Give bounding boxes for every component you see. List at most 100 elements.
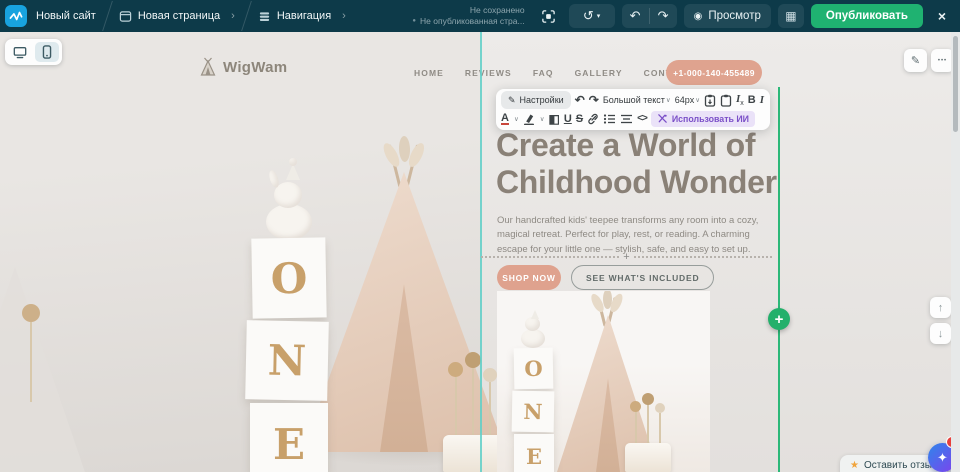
column-guide-right[interactable] (778, 87, 780, 472)
phone-number: +1-000-140-455489 (673, 68, 755, 78)
block-letter: E (526, 444, 542, 469)
clear-format-button[interactable]: Ix (736, 93, 744, 107)
mobile-view-button[interactable] (35, 42, 59, 62)
decor-stick (30, 322, 32, 402)
history-button[interactable]: ↺ ▾ (569, 4, 615, 28)
desktop-view-button[interactable] (8, 42, 32, 62)
breadcrumb-section[interactable]: Навигация › (258, 10, 346, 23)
close-icon: × (938, 8, 946, 24)
text-color-button[interactable]: A (501, 113, 509, 125)
caret-down-icon[interactable]: ∨ (540, 115, 545, 123)
code-button[interactable]: <> (637, 113, 647, 124)
clear-format-x: x (740, 100, 744, 107)
hero-heading[interactable]: Create a World of Childhood Wonder (496, 127, 777, 201)
apps-button[interactable]: ▦ (778, 4, 804, 28)
history-icon: ↺ (583, 8, 594, 24)
breadcrumb-site-label: Новый сайт (36, 10, 96, 22)
nav-reviews[interactable]: REVIEWS (465, 68, 512, 78)
hero-image-block[interactable]: O N E (497, 291, 710, 472)
link-icon (587, 113, 599, 125)
plush-bunny (266, 204, 312, 240)
copy-style-button[interactable] (720, 94, 732, 107)
chevron-right-icon[interactable]: › (231, 10, 235, 22)
nav-gallery[interactable]: GALLERY (575, 68, 623, 78)
edit-block-button[interactable]: ✎ (904, 49, 927, 72)
shop-now-button[interactable]: SHOP NOW (497, 265, 561, 290)
underline-button[interactable]: U (564, 113, 572, 125)
heading-line-2: Childhood Wonder (496, 164, 777, 201)
fill-color-button[interactable]: ◧ (548, 112, 559, 126)
text-style-value: Большой текст (603, 95, 665, 105)
plush-bunny-head (525, 317, 540, 331)
bold-button[interactable]: B (748, 94, 756, 106)
add-block-divider: + (481, 251, 772, 263)
letter-block: E (250, 403, 328, 472)
cake-pop-stick (455, 377, 457, 439)
stack-icon (258, 10, 271, 23)
scrollbar-thumb[interactable] (953, 36, 958, 132)
strikethrough-button[interactable]: S (576, 113, 583, 125)
nav-faq[interactable]: FAQ (533, 68, 554, 78)
cake-pop-stick (659, 413, 661, 445)
breadcrumb-site[interactable]: Новый сайт (36, 10, 96, 22)
preview-button[interactable]: ◉ Просмотр (684, 4, 771, 28)
highlight-color-button[interactable] (523, 113, 535, 125)
link-button[interactable] (587, 113, 599, 125)
scan-preview-button[interactable] (536, 4, 562, 28)
undo-button[interactable]: ↶ (622, 4, 649, 28)
publish-button[interactable]: Опубликовать (811, 4, 923, 28)
dashed-line (481, 256, 619, 258)
font-size-dropdown[interactable]: 64px ∨ (675, 95, 700, 105)
dashed-line (634, 256, 772, 258)
use-ai-button[interactable]: Использовать ИИ (651, 111, 755, 127)
italic-button[interactable]: I (760, 94, 764, 106)
block-letter: O (524, 356, 543, 381)
block-letter: N (267, 336, 306, 386)
undo-button[interactable]: ↶ (575, 93, 585, 107)
letter-block: N (245, 320, 329, 401)
redo-button[interactable]: ↷ (650, 4, 677, 28)
add-column-button[interactable]: + (768, 308, 790, 330)
breadcrumb-page[interactable]: Новая страница › (119, 10, 235, 23)
sparkle-icon: ✦ (937, 450, 948, 466)
publish-status-text: Не опубликованная стра... (420, 16, 525, 27)
caret-down-icon: ∨ (695, 96, 700, 104)
move-block-down-button[interactable]: ↓ (930, 323, 951, 344)
settings-button[interactable]: ✎ Настройки (501, 91, 571, 109)
nav-home[interactable]: HOME (414, 68, 444, 78)
align-button[interactable] (620, 113, 633, 125)
block-letter: O (270, 253, 307, 303)
paste-style-button[interactable] (704, 94, 716, 107)
topbar: Новый сайт Новая страница › Навигация › … (0, 0, 960, 32)
caret-down-icon: ▾ (597, 12, 601, 20)
see-whats-included-button[interactable]: SEE WHAT'S INCLUDED (571, 265, 714, 290)
text-style-dropdown[interactable]: Большой текст ∨ (603, 95, 671, 105)
cake-pop (483, 368, 497, 382)
chevron-right-icon[interactable]: › (342, 10, 346, 22)
move-block-up-button[interactable]: ↑ (930, 297, 951, 318)
star-icon: ★ (850, 460, 859, 471)
shop-now-label: SHOP NOW (502, 273, 555, 283)
cake-pop-stick (472, 367, 474, 439)
cake-pop (465, 352, 481, 368)
use-ai-label: Использовать ИИ (672, 114, 749, 124)
cake (443, 435, 505, 472)
feedback-label: Оставить отзыв (864, 460, 937, 471)
cake-pop-stick (489, 382, 491, 440)
breadcrumb-divider (241, 1, 252, 31)
list-button[interactable] (603, 113, 616, 125)
cake-pop (642, 393, 654, 405)
party-hat (531, 310, 539, 319)
phone-button[interactable]: +1-000-140-455489 (666, 60, 762, 85)
cake-pop (630, 401, 641, 412)
add-block-button[interactable]: + (619, 251, 633, 263)
mobile-icon (42, 45, 52, 59)
caret-down-icon: ∨ (666, 96, 671, 104)
close-button[interactable]: × (930, 4, 954, 28)
party-hat (286, 164, 300, 180)
caret-down-icon[interactable]: ∨ (514, 115, 519, 123)
redo-button[interactable]: ↷ (589, 93, 599, 107)
text-editor-toolbar: ✎ Настройки ↶ ↷ Большой текст ∨ 64px ∨ I… (496, 89, 770, 130)
app-logo[interactable] (5, 5, 27, 27)
site-logo[interactable]: WigWam (198, 57, 287, 77)
